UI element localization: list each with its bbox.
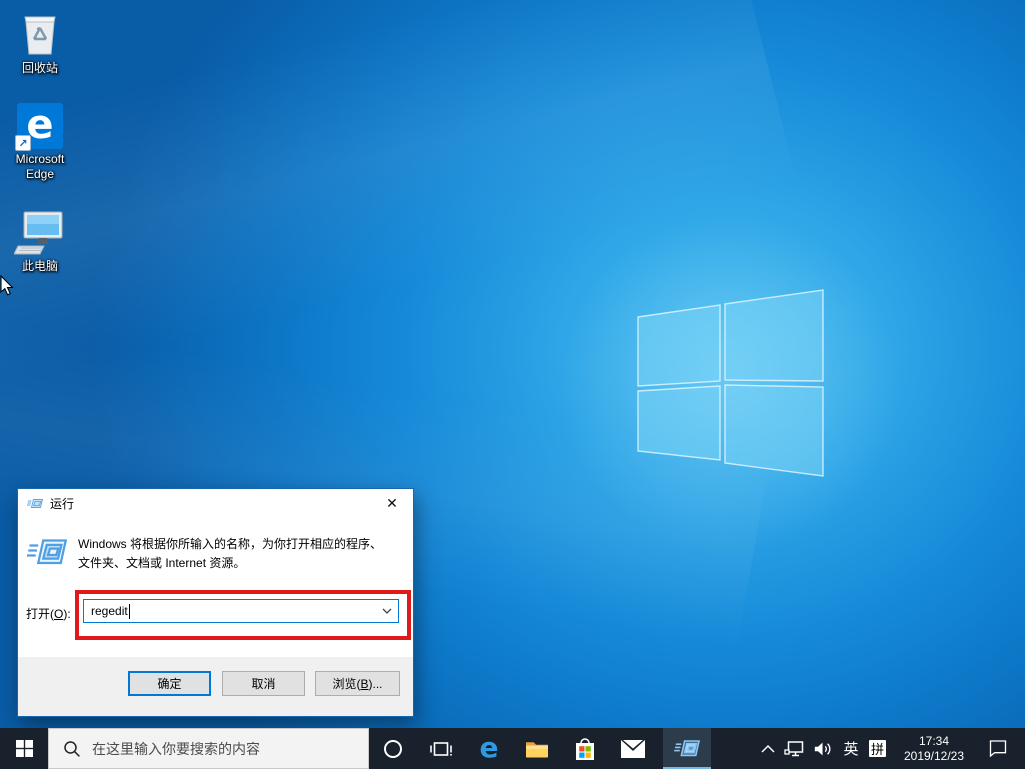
browse-button[interactable]: 浏览(B)...	[315, 671, 400, 696]
run-dialog: 运行 ✕ Windows 将根据你所输入的名称，为你打开相应的程序、 文件夹、文…	[17, 488, 414, 717]
action-center-icon	[988, 739, 1008, 758]
taskbar-empty-area	[711, 728, 756, 769]
store-button[interactable]	[561, 728, 609, 769]
system-tray: 英 拼 17:34 2019/12/23	[756, 728, 1025, 769]
edge-icon: e ↗	[17, 103, 63, 149]
dialog-message: Windows 将根据你所输入的名称，为你打开相应的程序、 文件夹、文档或 In…	[78, 535, 403, 573]
taskbar-edge-button[interactable]: e	[465, 728, 513, 769]
desktop-icon-label: 回收站	[22, 61, 58, 76]
taskbar-run-button[interactable]	[663, 728, 711, 769]
close-icon: ✕	[386, 495, 398, 512]
search-icon	[63, 740, 81, 758]
cortana-button[interactable]	[369, 728, 417, 769]
run-command-value: regedit	[91, 604, 128, 618]
windows-start-icon	[16, 740, 33, 757]
clock[interactable]: 17:34 2019/12/23	[891, 728, 977, 769]
mail-button[interactable]	[609, 728, 657, 769]
desktop-icon-recycle-bin[interactable]: 回收站	[4, 8, 76, 76]
close-button[interactable]: ✕	[371, 489, 413, 518]
task-view-icon	[429, 738, 453, 760]
mail-icon	[620, 739, 646, 759]
desktop-icon-label: Edge	[26, 167, 54, 182]
cancel-button[interactable]: 取消	[222, 671, 305, 696]
run-command-input[interactable]: regedit	[83, 599, 399, 623]
taskbar-search-box[interactable]	[48, 728, 369, 769]
desktop-icon-label: 此电脑	[22, 259, 58, 274]
network-icon	[784, 740, 804, 758]
desktop-icon-microsoft-edge[interactable]: e ↗ Microsoft Edge	[4, 103, 76, 182]
desktop-icon-this-pc[interactable]: 此电脑	[4, 208, 76, 274]
open-field-label: 打开(O):	[26, 605, 71, 622]
this-pc-icon	[14, 208, 66, 256]
chevron-down-icon	[382, 608, 392, 614]
dialog-title: 运行	[50, 495, 74, 512]
mouse-cursor	[0, 275, 15, 297]
language-indicator[interactable]: 英	[838, 728, 864, 769]
windows-logo-wallpaper	[555, 205, 905, 555]
network-button[interactable]	[780, 728, 808, 769]
cortana-icon	[382, 738, 404, 760]
desktop-icon-label: Microsoft	[16, 152, 65, 167]
start-button[interactable]	[0, 728, 48, 769]
file-explorer-button[interactable]	[513, 728, 561, 769]
chevron-up-icon	[761, 744, 775, 753]
volume-icon	[813, 740, 833, 758]
dropdown-button[interactable]	[377, 601, 397, 621]
dialog-footer: 确定 取消 浏览(B)...	[18, 657, 413, 716]
taskbar: e	[0, 728, 1025, 769]
text-caret	[129, 604, 130, 619]
edge-icon: e	[480, 731, 499, 764]
search-input[interactable]	[90, 740, 344, 758]
file-explorer-icon	[524, 738, 550, 760]
date: 2019/12/23	[904, 749, 964, 764]
run-icon	[27, 496, 43, 512]
action-center-button[interactable]	[977, 728, 1019, 769]
run-dialog-titlebar[interactable]: 运行 ✕	[18, 489, 413, 518]
run-icon-large	[27, 534, 67, 572]
hidden-icons-button[interactable]	[756, 728, 780, 769]
time: 17:34	[919, 734, 949, 749]
recycle-bin-icon	[16, 8, 64, 58]
microsoft-store-icon	[573, 736, 597, 762]
screen: 回收站 e ↗ Microsoft Edge 此电脑	[0, 0, 1025, 769]
volume-button[interactable]	[808, 728, 838, 769]
shortcut-arrow-icon: ↗	[15, 135, 31, 151]
run-icon	[674, 737, 700, 761]
task-view-button[interactable]	[417, 728, 465, 769]
ime-pinyin-indicator[interactable]: 拼	[864, 728, 891, 769]
ok-button[interactable]: 确定	[128, 671, 211, 696]
pinyin-icon: 拼	[869, 740, 886, 757]
